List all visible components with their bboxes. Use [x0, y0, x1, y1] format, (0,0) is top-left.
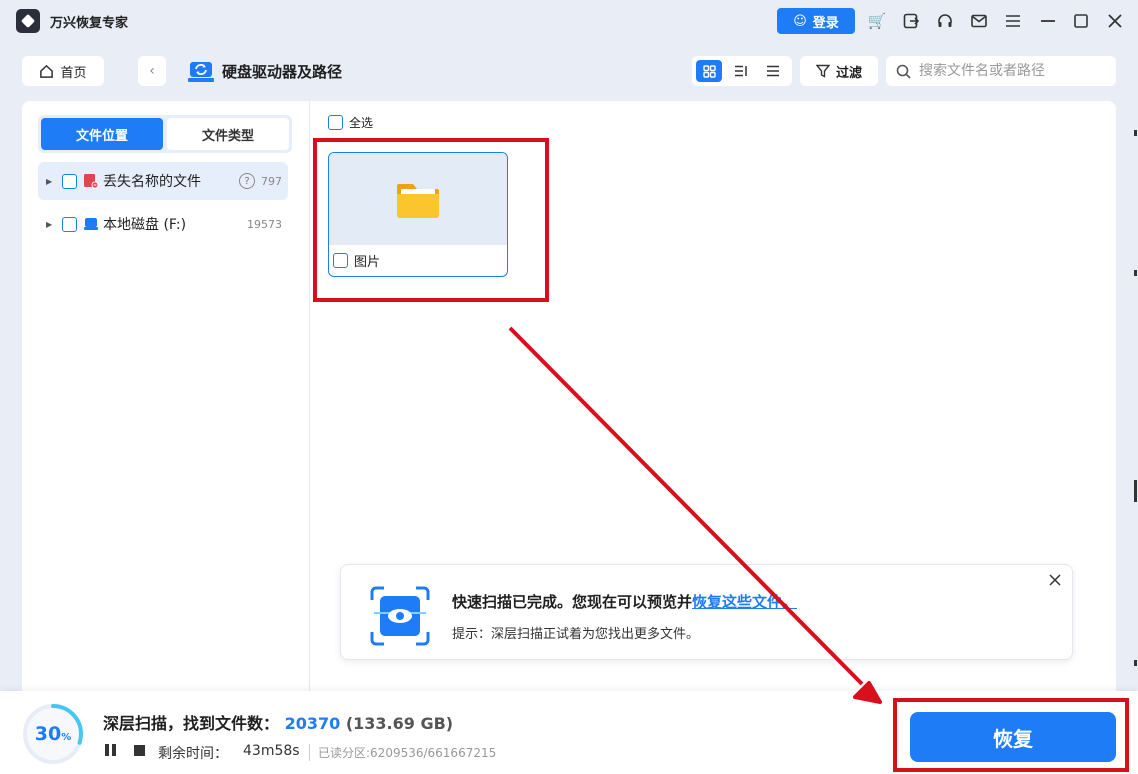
drive-path-icon: [188, 62, 214, 82]
folder-icon: [397, 184, 439, 218]
detail-list-icon: [735, 65, 747, 77]
tab-file-location[interactable]: 文件位置: [41, 118, 163, 150]
select-all-label: 全选: [349, 116, 374, 130]
menu-icon[interactable]: [1003, 11, 1023, 31]
remaining-time-value: 43m58s: [243, 743, 300, 759]
expand-caret-icon[interactable]: ▶: [46, 177, 54, 186]
tree-item-local-disk[interactable]: ▶ 本地磁盘 (F:) 19573: [38, 205, 288, 243]
minimize-icon[interactable]: [1038, 11, 1058, 31]
search-box: [886, 56, 1116, 86]
home-label: 首页: [60, 65, 87, 81]
page-title: 硬盘驱动器及路径: [222, 63, 343, 81]
search-icon: [896, 64, 911, 79]
headset-icon[interactable]: [935, 11, 955, 31]
tree-item-label: 本地磁盘 (F:): [103, 217, 187, 233]
list-icon: [767, 65, 779, 77]
login-label: 登录: [812, 15, 839, 31]
search-input[interactable]: [919, 63, 1099, 79]
tree-item-count: 797: [261, 174, 282, 188]
lost-file-icon: [84, 174, 99, 189]
scan-complete-toast: 快速扫描已完成。您现在可以预览并恢复这些文件。 提示：深层扫描正试着为您找出更多…: [340, 564, 1073, 660]
filter-label: 过滤: [835, 65, 862, 81]
recover-files-link[interactable]: 恢复这些文件。: [692, 593, 797, 611]
tree-item-checkbox[interactable]: [62, 216, 77, 232]
folder-label: 图片: [354, 255, 381, 270]
grid-view-button[interactable]: [696, 60, 722, 82]
help-icon[interactable]: ?: [239, 173, 255, 189]
mail-icon[interactable]: [969, 11, 989, 31]
maximize-icon[interactable]: [1071, 11, 1091, 31]
cart-icon[interactable]: 🛒: [867, 11, 887, 31]
sidebar: 文件位置 文件类型 ▶ 丢失名称的文件 ? 797 ▶ 本地磁盘 (F:) 19…: [22, 101, 310, 691]
select-all-checkbox[interactable]: [328, 115, 343, 130]
toast-tip: 提示：深层扫描正试着为您找出更多文件。: [452, 627, 700, 642]
file-size: (133.69 GB): [345, 714, 454, 733]
chevron-left-icon: ‹: [149, 63, 155, 79]
stop-icon[interactable]: [134, 745, 145, 756]
app-logo-icon: [16, 9, 40, 33]
scan-label: 深层扫描，找到文件数：: [103, 714, 280, 733]
progress-percent: 30%: [34, 723, 72, 745]
detail-view-button[interactable]: [728, 60, 754, 82]
login-button[interactable]: ☺ 登录: [777, 8, 855, 34]
scan-preview-icon: [370, 586, 430, 646]
list-view-button[interactable]: [760, 60, 786, 82]
partition-progress: 已读分区:6209536/661667215: [309, 744, 496, 761]
view-mode-group: [692, 56, 792, 86]
folder-thumbnail: [329, 153, 507, 245]
toast-title: 快速扫描已完成。您现在可以预览并恢复这些文件。: [452, 591, 797, 612]
hard-drive-icon: [84, 218, 98, 230]
home-icon: [40, 64, 54, 78]
scrollbar-marks: [1134, 120, 1138, 680]
tree-item-count: 19573: [247, 217, 282, 231]
app-title: 万兴恢复专家: [50, 16, 129, 31]
folder-checkbox[interactable]: [333, 253, 348, 268]
title-bar: 万兴恢复专家 ☺ 登录 🛒: [0, 0, 1138, 42]
expand-caret-icon[interactable]: ▶: [46, 220, 54, 229]
toast-close-icon[interactable]: [1049, 571, 1061, 590]
folder-card[interactable]: 图片: [328, 152, 508, 277]
filter-button[interactable]: 过滤: [800, 56, 878, 86]
scan-summary: 深层扫描，找到文件数： 20370 (133.69 GB): [103, 710, 453, 734]
tree-item-label: 丢失名称的文件: [103, 174, 201, 190]
file-count: 20370: [284, 714, 341, 733]
pause-icon[interactable]: [105, 744, 117, 756]
toast-title-text: 快速扫描已完成。您现在可以预览并: [452, 593, 693, 611]
folder-footer: 图片: [329, 245, 507, 276]
tree-item-lost-files[interactable]: ▶ 丢失名称的文件 ? 797: [38, 162, 288, 200]
home-button[interactable]: 首页: [22, 56, 104, 86]
back-button[interactable]: ‹: [138, 56, 166, 86]
tree-item-checkbox[interactable]: [62, 173, 77, 189]
tab-file-type[interactable]: 文件类型: [167, 118, 289, 150]
export-icon[interactable]: [901, 11, 921, 31]
user-icon: ☺: [793, 13, 807, 29]
recover-button[interactable]: 恢复: [910, 712, 1116, 762]
sidebar-tabs: 文件位置 文件类型: [38, 115, 292, 153]
remaining-time-label: 剩余时间：: [158, 746, 228, 762]
filter-icon: [815, 64, 830, 78]
close-icon[interactable]: [1105, 11, 1125, 31]
select-all[interactable]: 全选: [328, 114, 373, 131]
grid-icon: [702, 64, 716, 78]
